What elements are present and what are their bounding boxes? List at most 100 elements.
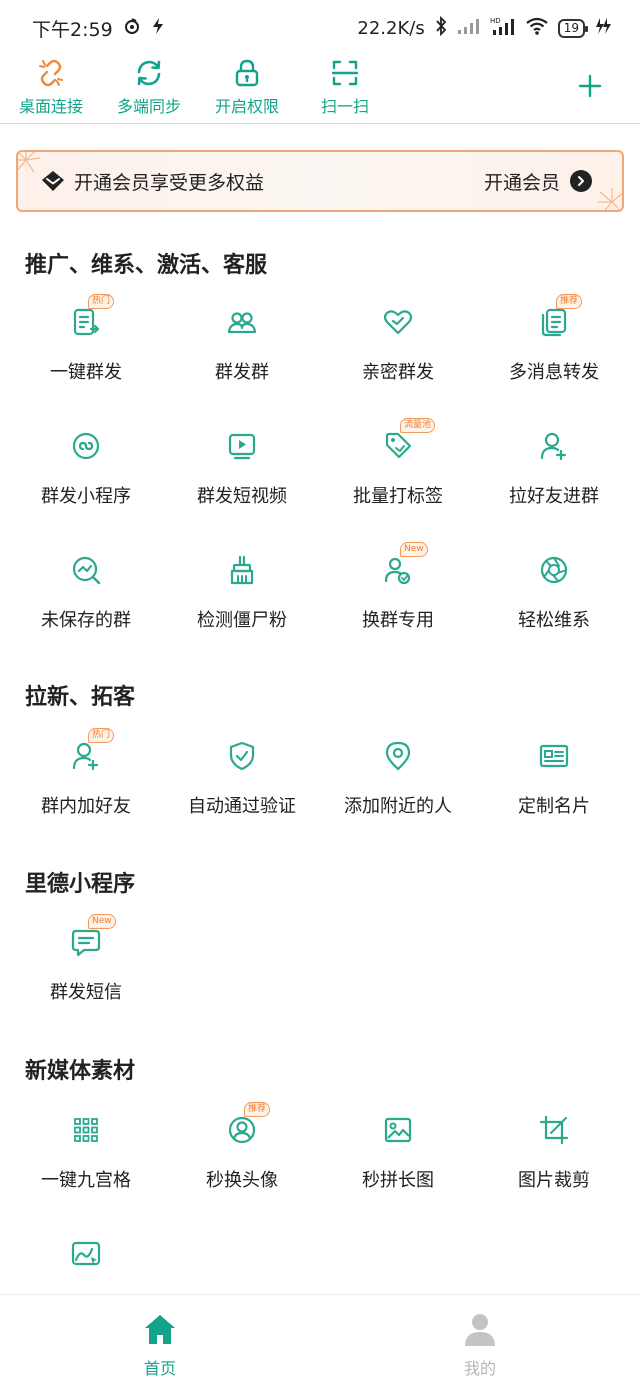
section-grid-mini-program: New 群发短信 bbox=[8, 912, 632, 1036]
toolbar-multi-sync[interactable]: 多端同步 bbox=[100, 56, 198, 117]
section-title-promotion: 推广、维系、激活、客服 bbox=[25, 253, 268, 278]
feature-unsaved-groups[interactable]: 未保存的群 bbox=[8, 540, 164, 664]
firework-decoration-icon bbox=[18, 152, 41, 173]
chevron-right-icon bbox=[570, 170, 592, 192]
charging-icon bbox=[594, 17, 612, 40]
plus-icon[interactable] bbox=[576, 72, 604, 100]
traffic-pool-badge: 流量池 bbox=[400, 418, 436, 433]
feature-icon-wrap bbox=[66, 550, 106, 590]
feature-image-crop[interactable]: 图片裁剪 bbox=[476, 1100, 632, 1224]
vip-open-button[interactable]: 开通会员 bbox=[484, 168, 592, 195]
nav-home[interactable]: 首页 bbox=[0, 1295, 320, 1386]
toolbar-open-permission[interactable]: 开启权限 bbox=[198, 56, 296, 117]
search-chart-icon bbox=[72, 556, 101, 585]
feature-icon-wrap bbox=[534, 1110, 574, 1150]
section-title-new-media: 新媒体素材 bbox=[25, 1059, 136, 1084]
feature-icon-wrap: 推荐 bbox=[534, 294, 583, 342]
feature-intimate-broadcast[interactable]: 亲密群发 bbox=[320, 292, 476, 416]
feature-nine-grid[interactable]: 一键九宫格 bbox=[8, 1100, 164, 1224]
feature-one-click-broadcast[interactable]: 热门 一键群发 bbox=[8, 292, 164, 416]
feature-icon-wrap: 流量池 bbox=[378, 418, 436, 466]
group-users-icon bbox=[227, 312, 257, 334]
toolbar-label: 桌面连接 bbox=[18, 97, 83, 116]
add-user-icon bbox=[540, 432, 567, 461]
battery-level: 19 bbox=[563, 21, 579, 35]
feature-label: 群发群 bbox=[215, 362, 269, 383]
feature-label: 添加附近的人 bbox=[344, 796, 452, 817]
image-icon bbox=[384, 1117, 412, 1143]
tag-icon bbox=[385, 432, 412, 459]
section-grid-promotion: 热门 一键群发 群发群 亲密群发 推荐 多消息转发 群发小程序 群发短视频 流量… bbox=[8, 292, 632, 664]
feature-quick-avatar-change[interactable]: 推荐 秒换头像 bbox=[164, 1100, 320, 1224]
nine-grid-icon bbox=[74, 1118, 98, 1142]
feature-icon-wrap: New bbox=[378, 542, 428, 590]
feature-icon-wrap bbox=[66, 426, 106, 466]
feature-broadcast-short-video[interactable]: 群发短视频 bbox=[164, 416, 320, 540]
feature-icon-wrap: 热门 bbox=[66, 728, 115, 776]
feature-icon-wrap: New bbox=[66, 914, 116, 962]
feature-add-nearby-people[interactable]: 添加附近的人 bbox=[320, 726, 476, 850]
toolbar-scan[interactable]: 扫一扫 bbox=[296, 56, 394, 117]
feature-icon-wrap bbox=[534, 550, 574, 590]
feature-label: 群发短信 bbox=[50, 982, 122, 1003]
new-badge: New bbox=[400, 542, 428, 557]
hot-badge: 热门 bbox=[88, 728, 115, 743]
feature-icon-wrap bbox=[534, 426, 574, 466]
feature-multi-forward[interactable]: 推荐 多消息转发 bbox=[476, 292, 632, 416]
bolt-icon bbox=[151, 17, 165, 40]
feature-icon-wrap bbox=[66, 1234, 106, 1274]
avatar-icon bbox=[228, 1116, 256, 1144]
feature-batch-tag[interactable]: 流量池 批量打标签 bbox=[320, 416, 476, 540]
switch-users-icon bbox=[384, 557, 411, 585]
feature-easy-maintain[interactable]: 轻松维系 bbox=[476, 540, 632, 664]
feature-broadcast-sms[interactable]: New 群发短信 bbox=[8, 912, 164, 1036]
profile-icon bbox=[465, 1314, 495, 1346]
signal-hd-icon: HD bbox=[490, 16, 516, 41]
feature-broadcast-mini-program[interactable]: 群发小程序 bbox=[8, 416, 164, 540]
toolbar-label: 开启权限 bbox=[214, 97, 279, 116]
feature-icon-wrap bbox=[222, 302, 262, 342]
sync-icon bbox=[137, 60, 161, 86]
feature-label: 亲密群发 bbox=[362, 362, 434, 383]
toolbar-desktop-connect[interactable]: 桌面连接 bbox=[2, 56, 100, 117]
feature-icon-wrap: 推荐 bbox=[222, 1102, 271, 1150]
feature-switch-group[interactable]: New 换群专用 bbox=[320, 540, 476, 664]
aperture-icon bbox=[540, 556, 568, 584]
feature-detect-zombie-fans[interactable]: 检测僵尸粉 bbox=[164, 540, 320, 664]
vip-banner-text: 开通会员享受更多权益 bbox=[74, 171, 265, 194]
new-badge: New bbox=[88, 914, 116, 929]
nav-profile[interactable]: 我的 bbox=[320, 1295, 640, 1386]
message-icon bbox=[71, 929, 101, 957]
feature-custom-card[interactable]: 定制名片 bbox=[476, 726, 632, 850]
feature-invite-friends-to-group[interactable]: 拉好友进群 bbox=[476, 416, 632, 540]
firework-decoration-icon bbox=[598, 188, 622, 210]
broom-icon bbox=[230, 555, 254, 585]
feature-icon-wrap bbox=[222, 736, 262, 776]
feature-icon-wrap bbox=[534, 736, 574, 776]
feature-icon-wrap bbox=[378, 736, 418, 776]
feature-auto-accept-verification[interactable]: 自动通过验证 bbox=[164, 726, 320, 850]
nav-profile-label: 我的 bbox=[463, 1359, 496, 1378]
feature-label: 拉好友进群 bbox=[509, 486, 599, 507]
feature-label: 群发短视频 bbox=[197, 486, 287, 507]
add-friend-icon bbox=[72, 742, 99, 771]
feature-label: 轻松维系 bbox=[518, 610, 590, 631]
feature-icon-wrap bbox=[378, 1110, 418, 1150]
location-pin-icon bbox=[385, 741, 411, 771]
feature-label: 图片裁剪 bbox=[518, 1170, 590, 1191]
home-icon bbox=[145, 1315, 175, 1344]
nav-home-label: 首页 bbox=[143, 1359, 176, 1378]
bottom-navigation: 首页 我的 bbox=[0, 1294, 640, 1386]
top-toolbar: 桌面连接 多端同步 开启权限 扫一扫 bbox=[0, 56, 640, 124]
video-icon bbox=[228, 433, 256, 460]
vip-banner[interactable]: 开通会员享受更多权益 开通会员 bbox=[16, 150, 624, 212]
feature-group-broadcast[interactable]: 群发群 bbox=[164, 292, 320, 416]
image-chart-icon bbox=[71, 1241, 101, 1266]
feature-add-friends-in-group[interactable]: 热门 群内加好友 bbox=[8, 726, 164, 850]
toolbar-label: 扫一扫 bbox=[320, 97, 369, 116]
feature-stitch-long-image[interactable]: 秒拼长图 bbox=[320, 1100, 476, 1224]
status-bar: 下午2:59 22.2K/s HD 19 bbox=[0, 0, 640, 56]
feature-label: 群发小程序 bbox=[41, 486, 131, 507]
feature-label: 群内加好友 bbox=[41, 796, 131, 817]
recommend-badge: 推荐 bbox=[556, 294, 583, 309]
